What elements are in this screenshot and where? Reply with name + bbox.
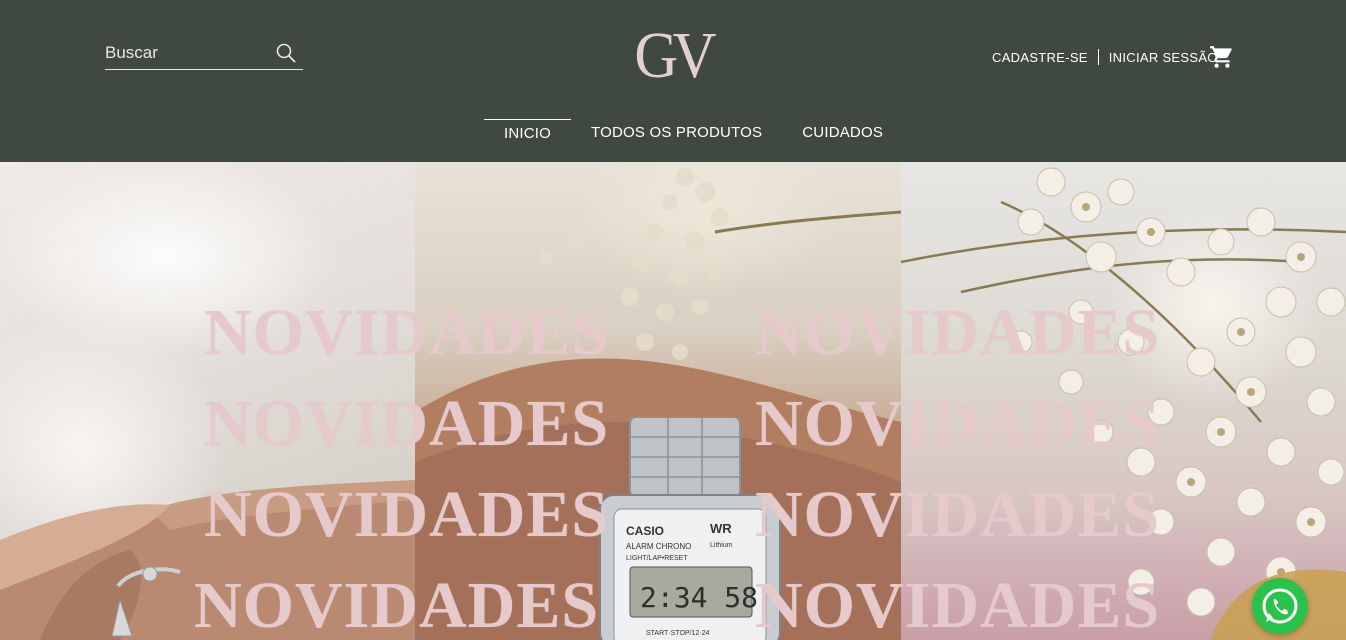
watch-line3: START·STOP/12·24 <box>646 630 710 637</box>
watch-line2: LIGHT/LAP•RESET <box>626 555 688 562</box>
login-link[interactable]: INICIAR SESSÃO <box>1109 50 1218 65</box>
banner-text-line: NOVIDADES <box>755 296 1161 369</box>
site-header: GV CADASTRE-SE INICIAR SESSÃO INICIO TOD… <box>0 0 1346 162</box>
banner-text-line: NOVIDADES <box>204 478 610 551</box>
watch-time: 2:34 58 <box>640 581 758 614</box>
banner-text-right: NOVIDADES NOVIDADES NOVIDADES NOVIDADES <box>755 288 1160 640</box>
banner-text-line: NOVIDADES <box>755 478 1161 551</box>
main-nav: INICIO TODOS OS PRODUTOS CUIDADOS <box>484 119 903 149</box>
register-link[interactable]: CADASTRE-SE <box>992 50 1088 65</box>
account-divider <box>1097 49 1099 65</box>
logo-text: GV <box>634 19 717 92</box>
banner-text-line: NOVIDADES <box>755 569 1161 640</box>
banner-text-line: NOVIDADES <box>204 296 610 369</box>
search-input[interactable] <box>105 40 265 66</box>
nav-item-todos-os-produtos[interactable]: TODOS OS PRODUTOS <box>571 119 782 149</box>
watch-brand: CASIO <box>626 524 664 538</box>
nav-item-inicio[interactable]: INICIO <box>484 119 572 149</box>
cart-icon[interactable] <box>1209 44 1235 70</box>
account-links: CADASTRE-SE INICIAR SESSÃO <box>992 46 1218 68</box>
search-icon[interactable] <box>275 42 297 64</box>
site-logo[interactable]: GV <box>608 22 738 90</box>
hero-banner[interactable]: CASIO WR ALARM CHRONO Lithium LIGHT/LAP•… <box>0 162 1346 640</box>
watch-extra: Lithium <box>710 542 733 549</box>
whatsapp-icon[interactable] <box>1252 578 1308 634</box>
banner-text-line: NOVIDADES <box>194 569 600 640</box>
nav-item-cuidados[interactable]: CUIDADOS <box>782 119 903 149</box>
banner-text-line: NOVIDADES <box>204 387 610 460</box>
search-bar <box>105 36 303 70</box>
watch-badge: WR <box>710 521 732 536</box>
banner-text-left: NOVIDADES NOVIDADES NOVIDADES NOVIDADES <box>194 288 610 640</box>
watch-line1: ALARM CHRONO <box>626 542 691 551</box>
banner-text-line: NOVIDADES <box>755 387 1161 460</box>
